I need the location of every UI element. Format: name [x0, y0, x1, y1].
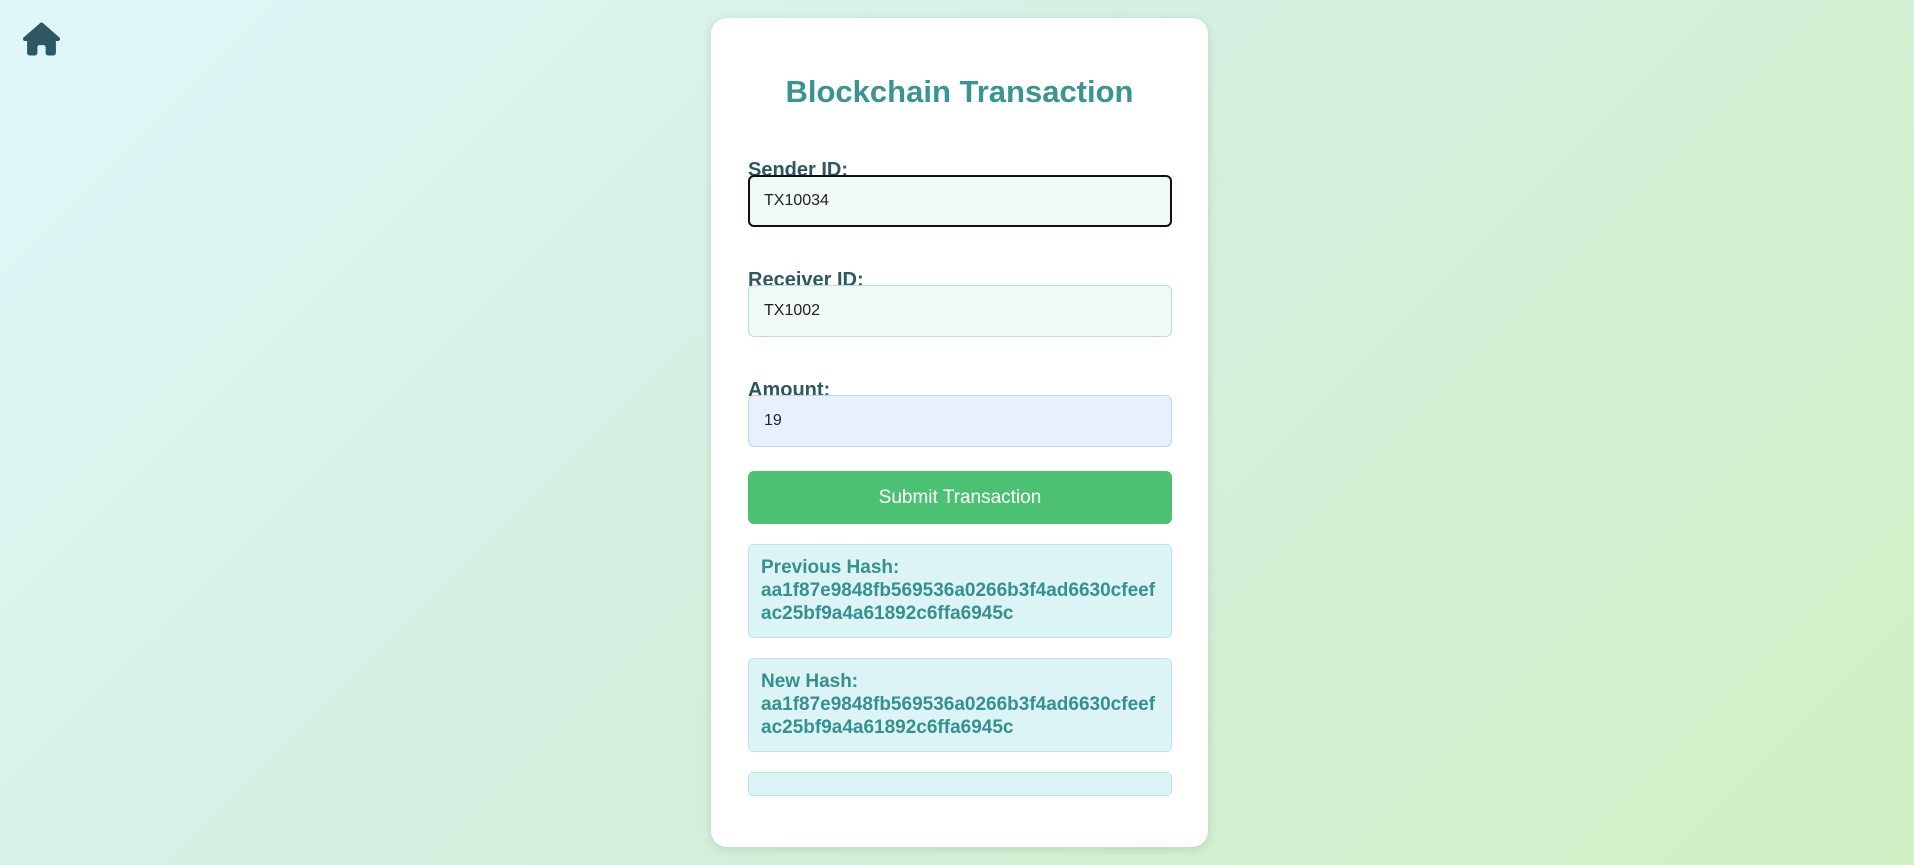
result-message-box	[748, 772, 1172, 796]
new-hash-box: New Hash: aa1f87e9848fb569536a0266b3f4ad…	[748, 658, 1172, 752]
page-title: Blockchain Transaction	[785, 74, 1134, 109]
previous-hash-value: aa1f87e9848fb569536a0266b3f4ad6630cfeefa…	[761, 580, 1156, 624]
home-icon	[23, 22, 60, 56]
new-hash-label: New Hash:	[761, 671, 859, 692]
transaction-card: Blockchain Transaction Sender ID: Receiv…	[711, 18, 1208, 847]
previous-hash-box: Previous Hash: aa1f87e9848fb569536a0266b…	[748, 544, 1172, 638]
sender-id-input[interactable]	[748, 175, 1172, 227]
receiver-id-input[interactable]	[748, 285, 1172, 337]
new-hash-value: aa1f87e9848fb569536a0266b3f4ad6630cfeefa…	[761, 694, 1156, 738]
previous-hash-label: Previous Hash:	[761, 557, 900, 578]
submit-transaction-button[interactable]: Submit Transaction	[748, 471, 1172, 524]
home-button[interactable]	[23, 22, 60, 56]
amount-input[interactable]	[748, 395, 1172, 447]
